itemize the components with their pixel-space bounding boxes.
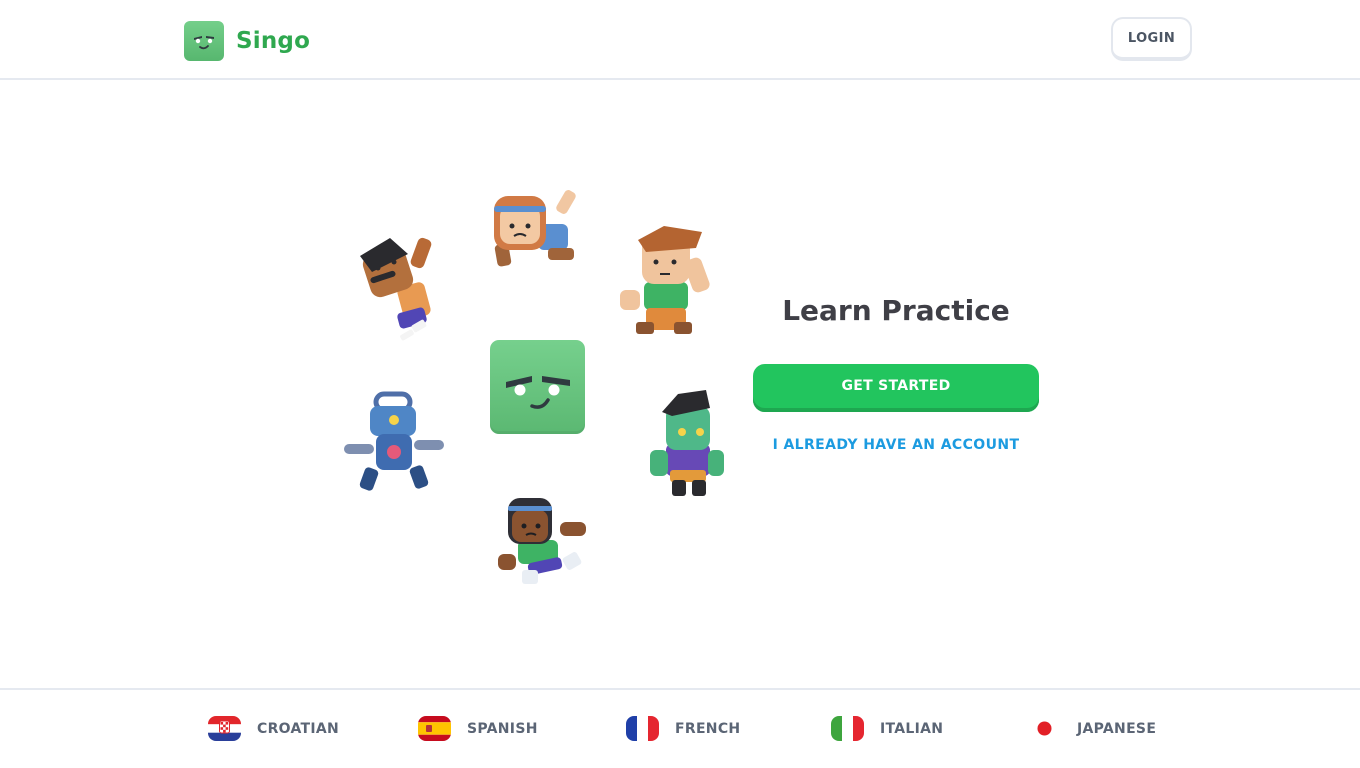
language-label: SPANISH	[467, 720, 538, 737]
language-label: CROATIAN	[257, 720, 340, 737]
italy-flag-icon	[831, 716, 864, 741]
language-spanish[interactable]: SPANISH	[418, 716, 538, 741]
japan-flag-icon	[1028, 716, 1061, 741]
brand-home-link[interactable]: Singo	[184, 21, 310, 61]
language-japanese[interactable]: JAPANESE	[1028, 716, 1156, 741]
language-french[interactable]: FRENCH	[626, 716, 740, 741]
france-flag-icon	[626, 716, 659, 741]
top-header: Singo LOGIN	[0, 0, 1360, 80]
get-started-button[interactable]: GET STARTED	[753, 364, 1039, 412]
zombie-icon	[650, 390, 724, 496]
login-button[interactable]: LOGIN	[1111, 17, 1192, 61]
language-label: FRENCH	[675, 720, 741, 737]
singo-logo-icon	[184, 21, 224, 61]
headband-girl-icon	[494, 190, 576, 267]
language-label: JAPANESE	[1077, 720, 1157, 737]
language-label: ITALIAN	[880, 720, 944, 737]
spain-flag-icon	[418, 716, 451, 741]
blue-robot-icon	[344, 391, 444, 491]
running-girl-icon	[498, 498, 586, 584]
brand-name: Singo	[236, 28, 311, 54]
language-italian[interactable]: ITALIAN	[831, 716, 943, 741]
green-shirt-boy-icon	[620, 226, 710, 334]
language-footer: CROATIAN SPANISH FRENCH ITALIAN JAPANESE	[0, 688, 1360, 768]
language-croatian[interactable]: CROATIAN	[208, 716, 339, 741]
croatia-flag-icon	[208, 716, 241, 741]
landing-page: Singo LOGIN Learn Practice GET STARTED I…	[0, 0, 1360, 768]
existing-account-link[interactable]: I ALREADY HAVE AN ACCOUNT	[753, 437, 1039, 453]
hero-title: Learn Practice	[782, 294, 1010, 327]
center-logo-icon	[490, 340, 585, 434]
mustache-man-icon	[360, 237, 432, 341]
